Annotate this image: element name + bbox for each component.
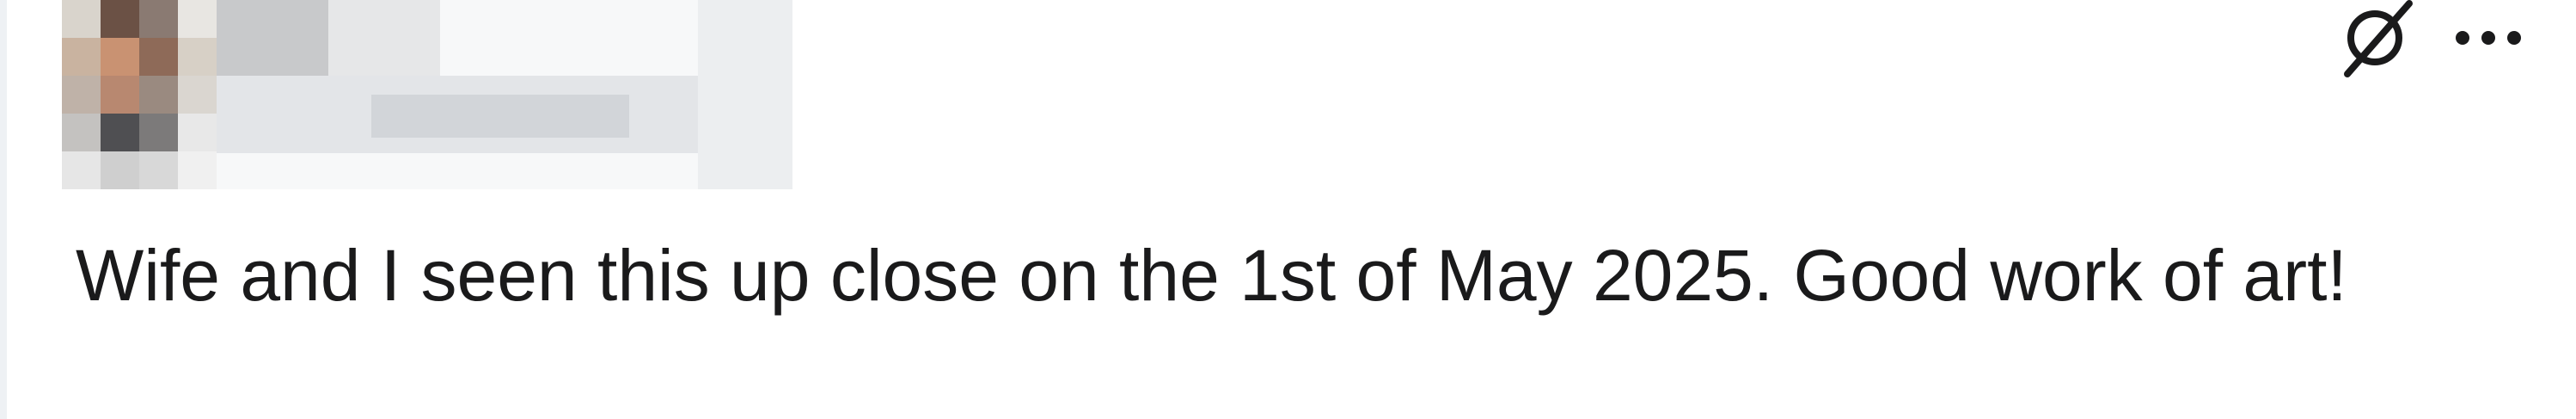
thread-line[interactable] xyxy=(0,0,7,419)
more-options-button[interactable] xyxy=(2452,21,2524,55)
ellipsis-icon xyxy=(2456,31,2521,45)
avatar[interactable] xyxy=(62,0,217,189)
redacted-username[interactable] xyxy=(217,0,792,189)
comment-actions xyxy=(2335,0,2524,79)
comment-card: Wife and I seen this up close on the 1st… xyxy=(0,0,2576,419)
slashed-circle-icon xyxy=(2344,0,2413,77)
award-button[interactable] xyxy=(2335,0,2418,79)
comment-text: Wife and I seen this up close on the 1st… xyxy=(76,235,2347,316)
comment-header xyxy=(62,0,792,189)
